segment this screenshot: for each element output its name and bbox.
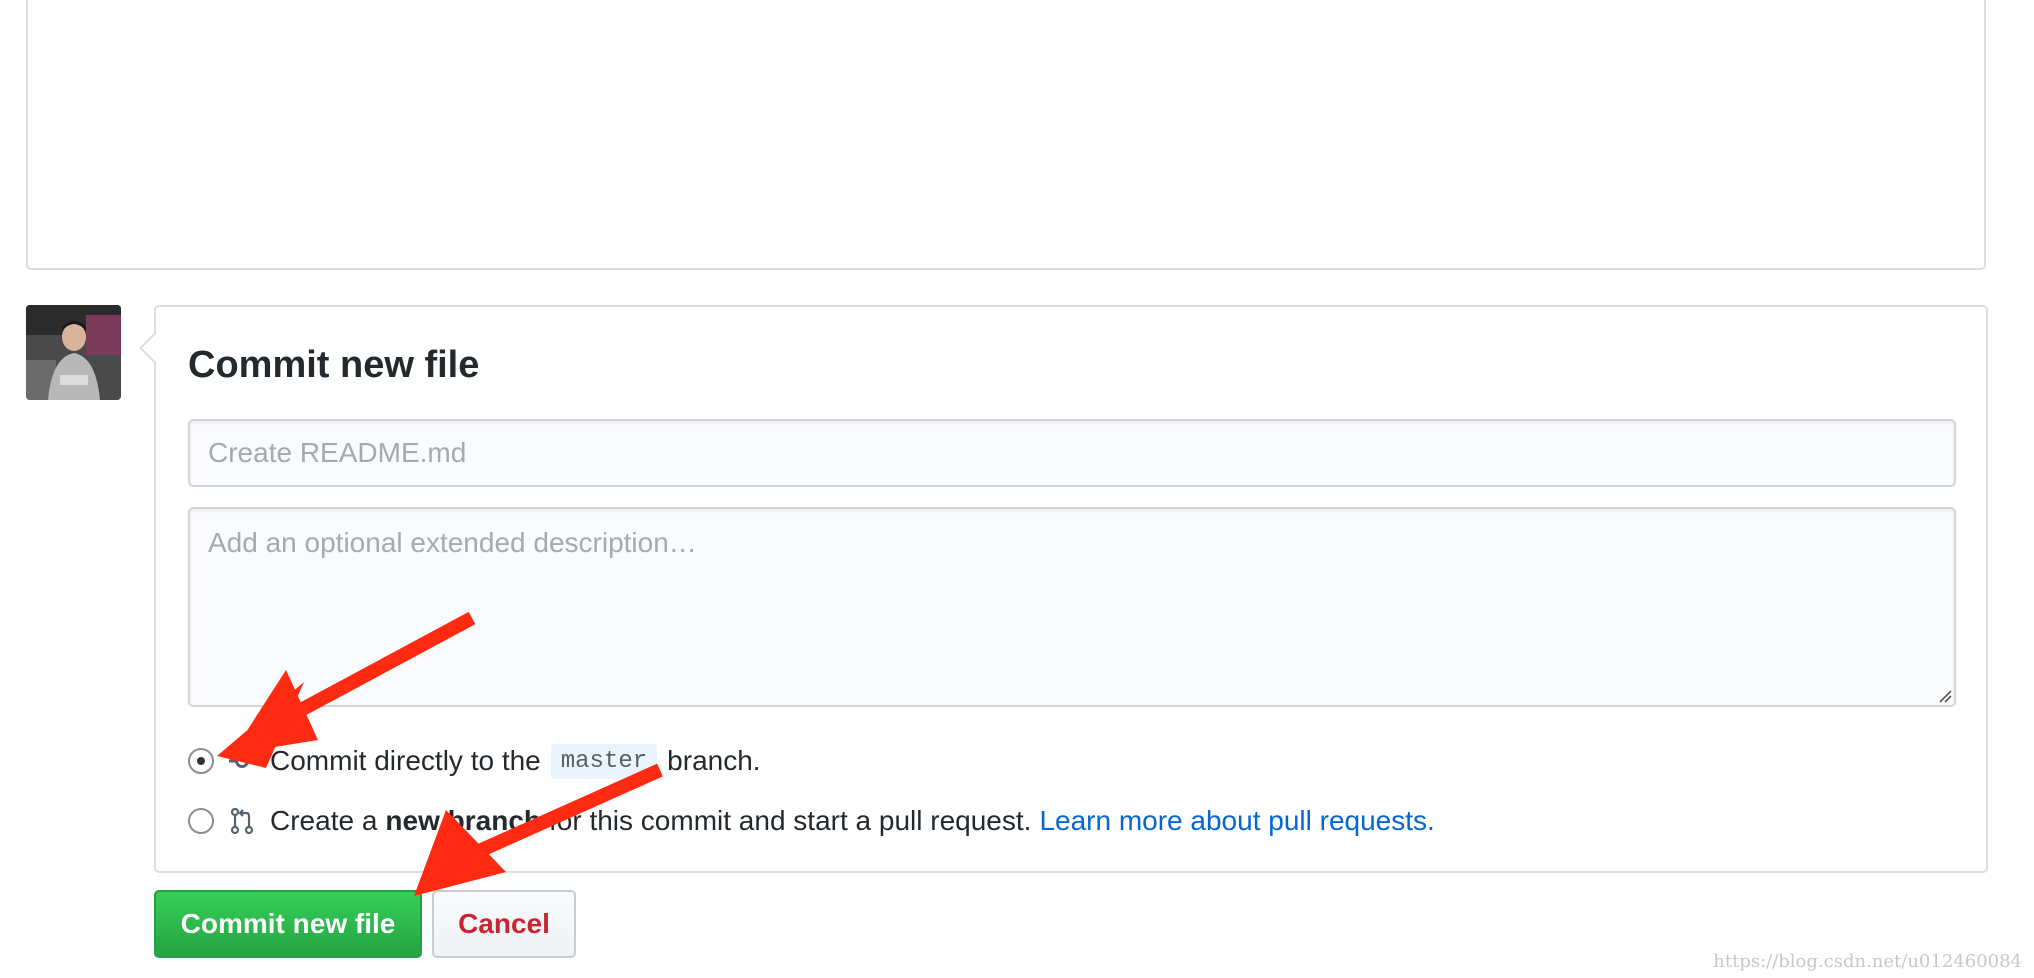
new-branch-option[interactable]: Create a new branch for this commit and … xyxy=(188,801,1435,841)
commit-form: Commit new file Commit directly to the m… xyxy=(139,305,1988,873)
git-pull-request-icon xyxy=(228,807,256,835)
resize-handle-icon[interactable] xyxy=(1938,689,1952,703)
new-branch-radio[interactable] xyxy=(188,808,214,834)
pull-requests-help-link[interactable]: Learn more about pull requests. xyxy=(1039,805,1434,837)
commit-direct-text: Commit directly to the xyxy=(270,745,541,776)
new-branch-bold: new branch xyxy=(385,805,541,836)
commit-new-file-button[interactable]: Commit new file xyxy=(154,890,422,958)
speech-caret-fill xyxy=(142,333,157,363)
new-branch-prefix: Create a xyxy=(270,805,378,836)
commit-direct-radio[interactable] xyxy=(188,748,214,774)
commit-summary-input[interactable] xyxy=(188,419,1956,487)
watermark-text: https://blog.csdn.net/u012460084 xyxy=(1713,951,2022,972)
commit-description-textarea[interactable] xyxy=(188,507,1956,707)
user-avatar xyxy=(26,305,121,400)
git-commit-icon xyxy=(228,747,256,775)
commit-direct-suffix: branch. xyxy=(667,745,761,776)
commit-direct-option[interactable]: Commit directly to the master branch. xyxy=(188,741,761,781)
commit-heading: Commit new file xyxy=(188,344,480,386)
new-branch-suffix: for this commit and start a pull request… xyxy=(549,805,1032,836)
file-editor-area[interactable] xyxy=(26,0,1986,270)
branch-name-code: master xyxy=(550,743,658,779)
cancel-button[interactable]: Cancel xyxy=(432,890,576,958)
avatar-photo xyxy=(26,305,121,400)
